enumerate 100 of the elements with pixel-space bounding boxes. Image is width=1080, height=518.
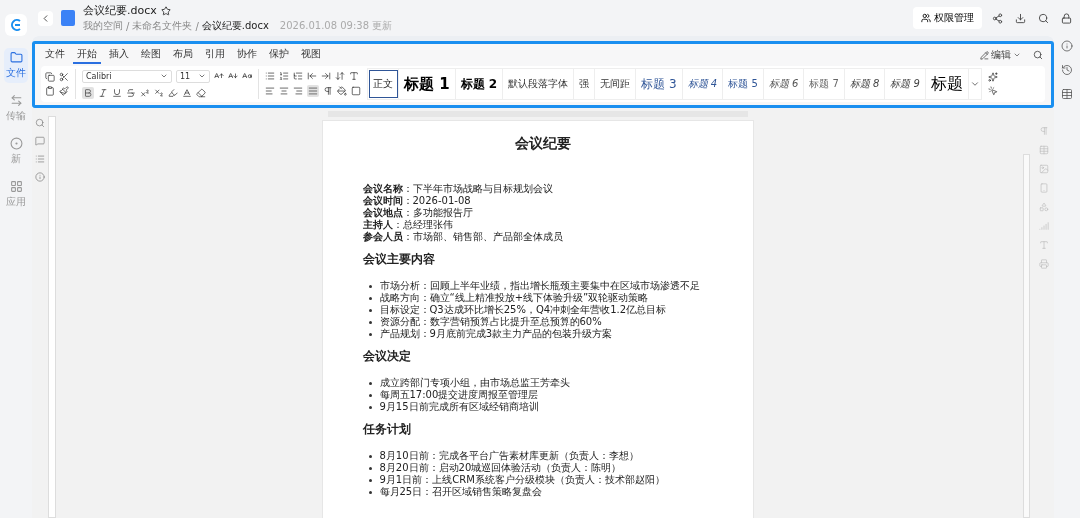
lock-icon[interactable]: [1059, 10, 1074, 26]
list-item: 资源分配：数字营销预算占比提升至总预算的60%: [379, 316, 602, 328]
info-icon[interactable]: [1061, 40, 1073, 52]
breadcrumb-separator: /: [195, 20, 199, 32]
superscript-icon[interactable]: [140, 87, 150, 98]
copy-icon[interactable]: [45, 72, 55, 82]
shrink-font-icon[interactable]: [228, 71, 238, 81]
paste-icon[interactable]: [45, 86, 55, 96]
ribbon-tab[interactable]: 引用: [201, 46, 229, 64]
align-right-icon[interactable]: [293, 86, 303, 96]
caret-icon: [198, 72, 206, 80]
pilcrow-icon[interactable]: [323, 86, 333, 96]
list-item: 成立跨部门专项小组，由市场总监王芳牵头: [379, 377, 570, 389]
bullet-icon: [368, 455, 372, 458]
bullet-icon: [368, 479, 372, 482]
align-center-icon[interactable]: [279, 86, 289, 96]
meeting-info-line: 会议时间：2026-01-08: [362, 195, 472, 207]
caret-icon: [1013, 51, 1021, 59]
list-item: 市场分析：回顾上半年业绩，指出增长瓶颈主要集中在区域市场渗透不足: [379, 280, 700, 292]
list-item: 9月15日前完成所有区域经销商培训: [379, 401, 539, 413]
ribbon-tab[interactable]: 开始: [73, 46, 101, 64]
italic-icon[interactable]: [98, 87, 108, 98]
bold-icon[interactable]: [82, 86, 94, 99]
grow-font-icon[interactable]: [214, 71, 224, 81]
highlighter-icon[interactable]: [168, 87, 178, 98]
section-heading: 任务计划: [362, 421, 412, 438]
style-option[interactable]: 正文: [368, 69, 399, 99]
grid-icon: [9, 180, 23, 193]
text-direction-icon[interactable]: [349, 71, 359, 81]
breadcrumb-link[interactable]: 会议纪要.docx: [201, 19, 269, 33]
ribbon-tab[interactable]: 绘图: [137, 46, 165, 64]
permission-button[interactable]: 权限管理: [913, 7, 982, 29]
format-painter-icon[interactable]: [59, 86, 69, 96]
updated-time: 2026.01.08 09:38 更新: [279, 19, 393, 33]
history-icon[interactable]: [1061, 64, 1073, 76]
list-item: 9月1日前：上线CRM系统客户分级模块（负责人：技术部赵阳）: [379, 474, 665, 486]
font-color-icon[interactable]: [182, 87, 192, 98]
scrollbar[interactable]: [1023, 154, 1030, 518]
caret-icon: [160, 72, 168, 80]
change-case-icon[interactable]: [242, 71, 252, 81]
increase-indent-icon[interactable]: [321, 71, 331, 81]
justify-icon[interactable]: [307, 85, 319, 97]
decrease-indent-icon[interactable]: [307, 71, 317, 81]
meeting-info-line: 会议名称：下半年市场战略与目标规划会议: [362, 183, 554, 195]
ribbon-tab[interactable]: 视图: [297, 46, 325, 64]
multilevel-list-icon[interactable]: [293, 71, 303, 81]
share-icon[interactable]: [990, 10, 1005, 26]
circle-icon: [9, 137, 23, 150]
bullet-icon: [368, 467, 372, 470]
section-heading: 会议主要内容: [362, 251, 436, 268]
list-item: 8月10日前：完成各平台广告素材库更新（负责人：李想）: [379, 450, 639, 462]
bullet-icon: [368, 333, 372, 336]
star-icon[interactable]: [160, 5, 171, 16]
bullet-icon: [368, 491, 372, 494]
ribbon-tab[interactable]: 布局: [169, 46, 197, 64]
mode-dropdown[interactable]: 编辑: [974, 47, 1027, 63]
numbered-list-icon[interactable]: [279, 71, 289, 81]
word-file-icon: [61, 10, 75, 26]
list-item: 8月20日前：启动20城巡回体验活动（负责人：陈明）: [379, 462, 622, 474]
ribbon-tab[interactable]: 插入: [105, 46, 133, 64]
strikethrough-icon[interactable]: [126, 87, 136, 98]
ribbon-tab[interactable]: 保护: [265, 46, 293, 64]
pencil-icon: [980, 50, 989, 60]
bullet-icon: [368, 321, 372, 324]
shading-icon[interactable]: [337, 86, 347, 96]
scissors-icon[interactable]: [59, 72, 69, 82]
list-item: 战略方向：确立“线上精准投放+线下体验升级”双轮驱动策略: [379, 292, 649, 304]
bullet-icon: [368, 309, 372, 312]
document-title: 会议纪要: [513, 135, 572, 153]
table-icon[interactable]: [1061, 88, 1073, 100]
font-select[interactable]: Calibri: [82, 69, 172, 83]
ribbon-tab[interactable]: 协作: [233, 46, 261, 64]
font-size-select[interactable]: 11: [176, 69, 210, 83]
search-icon[interactable]: [1031, 48, 1045, 62]
bullet-icon: [368, 382, 372, 385]
eraser-icon[interactable]: [196, 87, 206, 98]
section-heading: 会议决定: [362, 348, 412, 365]
select-icon[interactable]: [987, 86, 998, 96]
meeting-info-line: 会议地点：多功能报告厅: [362, 207, 474, 219]
style-settings-icon[interactable]: [987, 72, 998, 82]
arrows-icon: [9, 94, 23, 107]
list-item: 每月25日：召开区域销售策略复盘会: [379, 486, 543, 498]
line-spacing-icon[interactable]: [335, 71, 345, 81]
meeting-info-line: 主持人：总经理张伟: [362, 219, 454, 231]
folder-icon: [9, 51, 23, 64]
list-item: 目标设定：Q3达成环比增长25%，Q4冲刺全年营收1.2亿总目标: [379, 304, 667, 316]
bullet-icon: [368, 406, 372, 409]
align-left-icon[interactable]: [265, 86, 275, 96]
users-icon: [921, 13, 931, 23]
nav-item[interactable]: 文件: [4, 48, 28, 83]
bullet-icon: [368, 285, 372, 288]
ribbon-tab[interactable]: 文件: [41, 46, 69, 64]
app-logo: [5, 14, 27, 36]
bullet-icon: [368, 297, 372, 300]
bullet-icon: [368, 394, 372, 397]
underline-icon[interactable]: [112, 87, 122, 98]
subscript-icon[interactable]: [154, 87, 164, 98]
bullet-list-icon[interactable]: [265, 71, 275, 81]
meeting-info-line: 参会人员：市场部、销售部、产品部全体成员: [362, 231, 564, 243]
border-icon[interactable]: [351, 86, 361, 96]
